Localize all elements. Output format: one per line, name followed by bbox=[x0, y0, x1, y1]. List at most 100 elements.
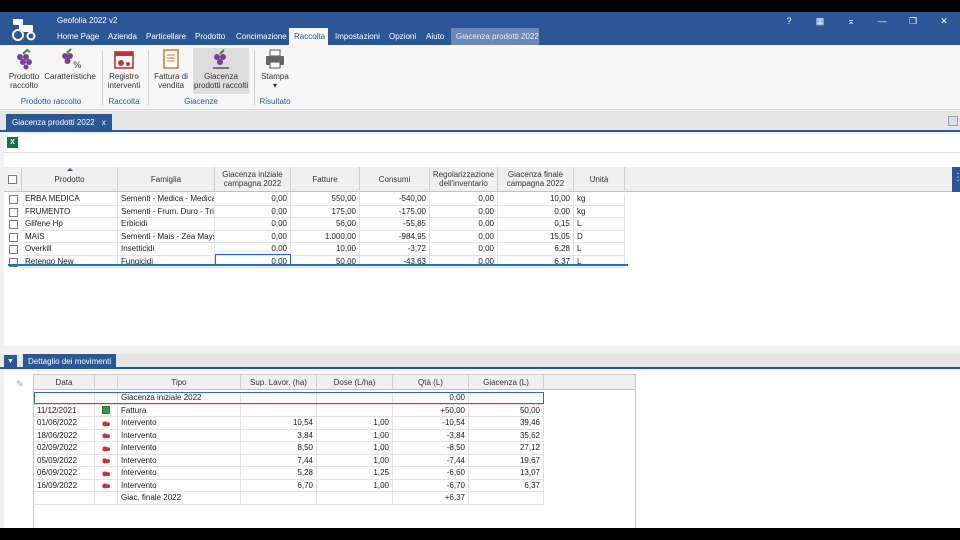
movement-cell-data[interactable]: 01/06/2022 bbox=[34, 417, 95, 430]
tab-home-page[interactable]: Home Page bbox=[52, 28, 104, 45]
table-cell[interactable]: FRUMENTO bbox=[22, 205, 118, 218]
row-checkbox[interactable] bbox=[9, 195, 18, 204]
calculator-icon[interactable]: ▦ bbox=[809, 14, 831, 28]
table-row[interactable]: Overkill Insetticidi 0,00 10,00 -3,72 0,00 6,2… bbox=[4, 243, 625, 256]
grid-options-icon[interactable] bbox=[952, 167, 960, 192]
table-cell[interactable]: Erbicidi bbox=[118, 218, 215, 231]
tab-giacenza-context[interactable]: Giacenza prodotti 2022 bbox=[451, 28, 539, 45]
movement-cell-sup[interactable] bbox=[241, 492, 317, 505]
table-cell[interactable]: 0,00 bbox=[215, 230, 291, 243]
table-cell[interactable]: 56,00 bbox=[291, 218, 360, 231]
tab-impostazioni[interactable]: Impostazioni bbox=[330, 28, 385, 45]
movement-cell-sup[interactable]: 5,28 bbox=[241, 467, 317, 480]
movement-cell-sup[interactable]: 7,44 bbox=[241, 454, 317, 467]
movement-cell-dose[interactable]: 1,00 bbox=[317, 454, 393, 467]
movement-cell-data[interactable]: 05/09/2022 bbox=[34, 454, 95, 467]
document-tab-giacenza[interactable]: Giacenza prodotti 2022 x bbox=[6, 114, 112, 132]
collapse-ribbon-icon[interactable]: ⌅ bbox=[840, 14, 862, 28]
panel-layout-icon[interactable] bbox=[948, 116, 958, 126]
movement-cell-giac[interactable]: 39,46 bbox=[469, 417, 544, 430]
column-header-sup-lavor[interactable]: Sup. Lavor. (ha) bbox=[241, 375, 317, 390]
column-header-tipo[interactable]: Tipo bbox=[118, 375, 241, 390]
movement-cell-tipo[interactable]: Intervento bbox=[118, 454, 241, 467]
table-row[interactable]: MAIS Sementi - Mais - Zea Mays 0,00 1.000,0… bbox=[4, 230, 625, 243]
movement-cell-tipo[interactable]: Intervento bbox=[118, 417, 241, 430]
close-icon[interactable]: ✕ bbox=[933, 14, 955, 28]
select-all-header[interactable] bbox=[4, 167, 22, 192]
movement-cell-giac[interactable]: 19,67 bbox=[469, 454, 544, 467]
row-type-icon-cell[interactable] bbox=[95, 442, 118, 455]
row-type-icon-cell[interactable] bbox=[95, 479, 118, 492]
movement-cell-tipo[interactable]: Intervento bbox=[118, 429, 241, 442]
table-cell[interactable]: 175,00 bbox=[291, 205, 360, 218]
table-cell[interactable]: L bbox=[574, 218, 625, 231]
table-cell[interactable]: kg bbox=[574, 205, 625, 218]
movement-cell-data[interactable]: 16/09/2022 bbox=[34, 479, 95, 492]
stampa-button[interactable]: Stampa ▾ bbox=[258, 48, 292, 94]
collapse-detail-icon[interactable]: ▼ bbox=[4, 355, 17, 368]
table-cell[interactable]: 0,00 bbox=[498, 205, 574, 218]
movement-cell-qta[interactable]: -6,70 bbox=[393, 479, 469, 492]
movement-cell-sup[interactable]: 10,54 bbox=[241, 417, 317, 430]
movement-cell-giac[interactable] bbox=[469, 492, 544, 505]
table-cell[interactable]: 0,00 bbox=[430, 243, 498, 256]
movement-cell-tipo[interactable]: Intervento bbox=[118, 479, 241, 492]
column-header-data[interactable]: Data bbox=[34, 375, 95, 390]
table-cell[interactable]: 0,00 bbox=[215, 193, 291, 206]
table-cell[interactable]: L bbox=[574, 243, 625, 256]
movement-cell-data[interactable]: 06/09/2022 bbox=[34, 467, 95, 480]
column-header-icon[interactable] bbox=[95, 375, 118, 390]
table-row[interactable]: Glifene Hp Erbicidi 0,00 56,00 -55,85 0,00 0,1… bbox=[4, 218, 625, 231]
caratteristiche-button[interactable]: % Caratteristiche bbox=[44, 48, 96, 94]
movement-cell-dose[interactable]: 1,25 bbox=[317, 467, 393, 480]
minimize-icon[interactable]: — bbox=[871, 14, 893, 28]
table-cell[interactable]: Glifene Hp bbox=[22, 218, 118, 231]
movement-cell-dose[interactable]: 1,00 bbox=[317, 479, 393, 492]
restore-icon[interactable]: ❐ bbox=[902, 14, 924, 28]
excel-export-icon[interactable]: X bbox=[7, 137, 18, 148]
movement-cell-tipo[interactable]: Giac. finale 2022 bbox=[118, 492, 241, 505]
giacenza-prodotti-button[interactable]: Giacenza prodotti raccolti bbox=[193, 48, 249, 94]
table-cell[interactable]: -43,63 bbox=[360, 255, 430, 268]
tab-opzioni[interactable]: Opzioni bbox=[384, 28, 421, 45]
table-cell[interactable]: -175,00 bbox=[360, 205, 430, 218]
paperclip-icon[interactable]: ✎ bbox=[16, 379, 24, 390]
tab-concimazione[interactable]: Concimazione bbox=[231, 28, 292, 45]
detail-tab[interactable]: Dettaglio dei movimenti bbox=[23, 354, 117, 369]
movement-cell-qta[interactable]: -8,50 bbox=[393, 442, 469, 455]
column-header-prodotto[interactable]: Prodotto bbox=[22, 167, 118, 192]
movement-cell-data[interactable]: 02/09/2022 bbox=[34, 442, 95, 455]
table-cell[interactable]: Sementi - Mais - Zea Mays bbox=[118, 230, 215, 243]
movement-cell-dose[interactable]: 1,00 bbox=[317, 429, 393, 442]
movement-cell-qta[interactable]: -7,44 bbox=[393, 454, 469, 467]
movement-cell-tipo[interactable]: Intervento bbox=[118, 467, 241, 480]
tab-prodotto[interactable]: Prodotto bbox=[190, 28, 230, 45]
column-header-regolarizzazione[interactable]: Regolarizzazione dell'inventario bbox=[430, 167, 498, 192]
table-cell[interactable]: -55,85 bbox=[360, 218, 430, 231]
close-tab-icon[interactable]: x bbox=[102, 118, 106, 127]
help-icon[interactable]: ? bbox=[778, 14, 800, 28]
movement-cell-sup[interactable]: 3,84 bbox=[241, 429, 317, 442]
tab-raccolta[interactable]: Raccolta bbox=[289, 28, 328, 45]
fattura-vendita-button[interactable]: Fattura di vendita bbox=[152, 48, 190, 94]
row-type-icon-cell[interactable] bbox=[95, 404, 118, 417]
table-cell[interactable]: 10,00 bbox=[498, 193, 574, 206]
table-cell[interactable]: 550,00 bbox=[291, 193, 360, 206]
tab-particellare[interactable]: Particellare bbox=[141, 28, 191, 45]
column-header-famiglia[interactable]: Famiglia bbox=[118, 167, 215, 192]
column-header-giacenza-iniziale[interactable]: Giacenza iniziale campagna 2022 bbox=[215, 167, 291, 192]
table-cell[interactable]: 0,00 bbox=[215, 218, 291, 231]
table-cell[interactable]: Insetticidi bbox=[118, 243, 215, 256]
movement-cell-tipo[interactable]: Fattura bbox=[118, 404, 241, 417]
movement-cell-giac[interactable]: 6,37 bbox=[469, 479, 544, 492]
table-cell[interactable]: 10,00 bbox=[291, 243, 360, 256]
table-cell[interactable]: Overkill bbox=[22, 243, 118, 256]
table-cell[interactable]: 6,37 bbox=[498, 255, 574, 268]
movement-cell-qta[interactable]: -10,54 bbox=[393, 417, 469, 430]
table-cell[interactable]: 0,00 bbox=[430, 218, 498, 231]
select-all-checkbox[interactable] bbox=[8, 174, 17, 184]
table-row[interactable]: Retengo New Fungicidi 0,00 50,00 -43,63 0,00 6… bbox=[4, 255, 625, 268]
table-cell[interactable]: -3,72 bbox=[360, 243, 430, 256]
table-cell[interactable]: Sementi - Medica - Medicago bbox=[118, 193, 215, 206]
table-cell[interactable]: 0,15 bbox=[498, 218, 574, 231]
